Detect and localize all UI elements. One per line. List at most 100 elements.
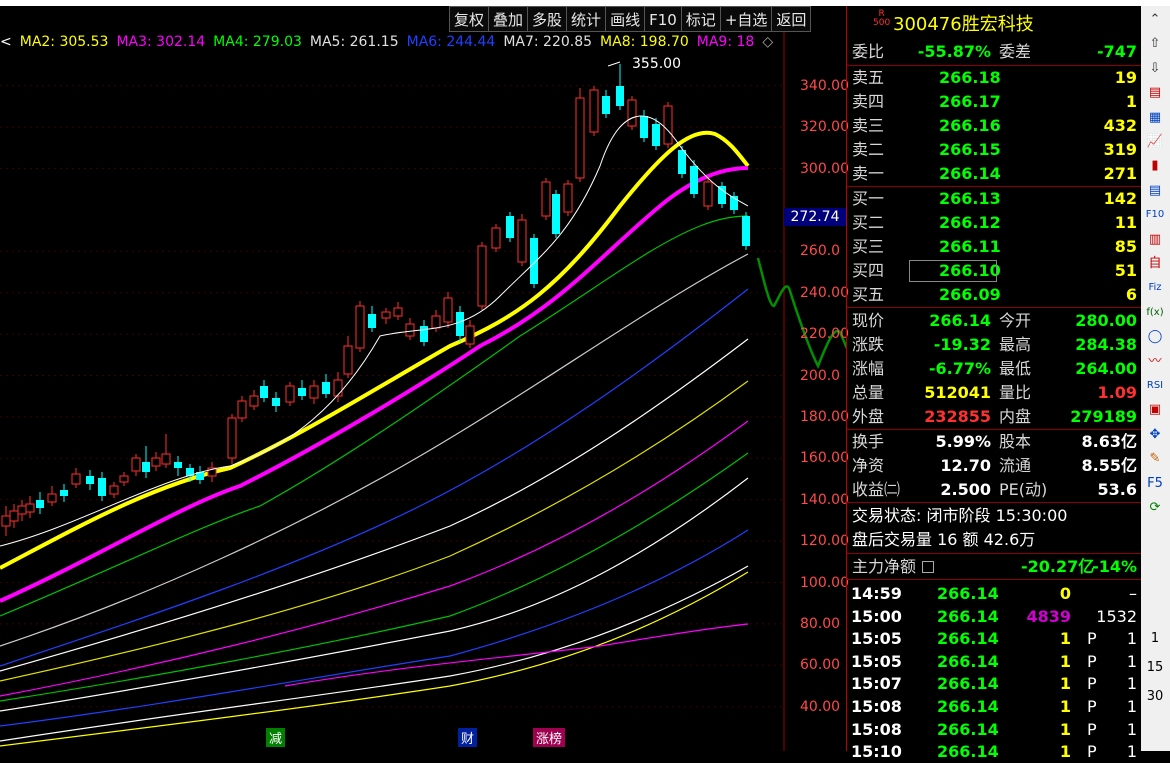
asks-row[interactable]: 卖一 266.14 271 bbox=[847, 162, 1141, 185]
candle-body-up bbox=[477, 245, 487, 307]
kline-chart[interactable]: 355.00 bbox=[0, 6, 846, 751]
asks-volume: 1 bbox=[1125, 92, 1137, 111]
candle-body-up bbox=[627, 99, 637, 127]
tick-count: 1532 bbox=[1096, 606, 1137, 626]
price-axis-label: 240.00 bbox=[800, 284, 849, 301]
tick-side: P bbox=[1087, 674, 1097, 694]
stat-label: 外盘 bbox=[852, 407, 885, 426]
tick-row[interactable]: 15:10 266.14 1 P 1 bbox=[847, 740, 1141, 763]
tick-row[interactable]: 15:05 266.14 1 P 1 bbox=[847, 627, 1141, 650]
asks-row[interactable]: 卖三 266.16 432 bbox=[847, 114, 1141, 137]
toolbar-button[interactable]: 统计 bbox=[566, 6, 607, 32]
ma-legend-item: MA5: 261.15 bbox=[309, 34, 399, 50]
stat-value: 512041 bbox=[924, 383, 991, 402]
r500-badge[interactable]: R 500 bbox=[873, 10, 890, 28]
event-flag[interactable]: 涨榜 bbox=[533, 728, 566, 747]
tick-price: 266.14 bbox=[937, 651, 999, 671]
candle-body-up bbox=[47, 493, 57, 503]
candle-body-up bbox=[109, 485, 119, 495]
bids-row[interactable]: 买三 266.11 85 bbox=[847, 235, 1141, 258]
column-icon[interactable]: ▥ bbox=[1144, 230, 1166, 250]
ma-legend-item: MA4: 279.03 bbox=[213, 34, 302, 50]
candle-body-down bbox=[530, 238, 538, 284]
toolbar-button[interactable]: F10 bbox=[644, 6, 682, 32]
tick-row[interactable]: 15:07 266.14 1 P 1 bbox=[847, 672, 1141, 695]
candle-body-down bbox=[174, 462, 182, 468]
scroll-up-icon[interactable]: ⌃ bbox=[1144, 10, 1166, 30]
event-flag[interactable]: 减 bbox=[266, 728, 286, 747]
tick-side: P bbox=[1087, 742, 1097, 762]
tick-count: 1 bbox=[1126, 651, 1137, 671]
circle-icon[interactable]: ◯ bbox=[1144, 327, 1166, 347]
ma-legend-item: MA7: 220.85 bbox=[503, 34, 593, 50]
pen-icon[interactable]: ✎ bbox=[1144, 449, 1166, 469]
kline-chart-panel[interactable]: 355.00 bbox=[0, 6, 846, 751]
asks-row[interactable]: 卖五 266.18 19 bbox=[847, 66, 1141, 89]
stat2-row: 净资 12.70 流通 8.55亿 bbox=[847, 454, 1141, 477]
ma-legend-item: MA6: 244.44 bbox=[406, 34, 496, 50]
candle-body-up bbox=[17, 505, 27, 515]
toolbar-button[interactable]: 多股 bbox=[527, 6, 568, 32]
arrow-up-icon[interactable]: ⇧ bbox=[1144, 34, 1166, 54]
stat2-row: 收益㈡ 2.500 PE(动) 53.6 bbox=[847, 478, 1141, 501]
tick-row[interactable]: 15:08 266.14 1 P 1 bbox=[847, 695, 1141, 718]
fiz-icon[interactable]: Fiz bbox=[1144, 278, 1166, 298]
candle-body-up bbox=[285, 385, 295, 403]
asks-row[interactable]: 卖四 266.17 1 bbox=[847, 90, 1141, 113]
main-flow-row[interactable]: 主力净额 -20.27亿 -14% bbox=[847, 555, 1141, 578]
rsi-icon[interactable]: RSI bbox=[1144, 376, 1166, 396]
stat-row: 涨跌 -19.32 最高 284.38 bbox=[847, 333, 1141, 356]
stat-label: 换手 bbox=[852, 432, 885, 451]
event-flag[interactable]: 财 bbox=[458, 728, 478, 747]
stat-value: -6.77% bbox=[928, 359, 991, 378]
table-icon[interactable]: ▦ bbox=[1144, 108, 1166, 128]
kline-icon[interactable]: ▮ bbox=[1144, 156, 1166, 176]
document-icon[interactable]: ▤ bbox=[1144, 181, 1166, 201]
ma-settings-icon[interactable]: ◇ bbox=[762, 34, 773, 50]
arrow-down-icon[interactable]: ⇩ bbox=[1144, 59, 1166, 79]
stock-list-icon[interactable]: ▤ bbox=[1144, 83, 1166, 103]
self-select-icon[interactable]: 自 bbox=[1144, 254, 1166, 274]
bids-volume: 11 bbox=[1114, 213, 1137, 232]
candle-body-up bbox=[161, 453, 171, 465]
nav-back-label[interactable]: < bbox=[0, 34, 12, 50]
chart-toolbar: 复权 叠加 多股 统计 画线 F10 标记 +自选 返回 bbox=[449, 6, 812, 32]
toolbar-button[interactable]: 返回 bbox=[771, 6, 812, 32]
line-chart-icon[interactable]: 📈 bbox=[1144, 132, 1166, 152]
tick-row[interactable]: 14:59 266.14 0 – bbox=[847, 582, 1141, 605]
bids-row[interactable]: 买四 266.10 51 bbox=[847, 259, 1141, 282]
asks-row[interactable]: 卖二 266.15 319 bbox=[847, 138, 1141, 161]
fx-icon[interactable]: f(x) bbox=[1144, 303, 1166, 323]
toolbar-button[interactable]: 标记 bbox=[680, 6, 721, 32]
candle-body-down bbox=[506, 216, 514, 238]
f10-icon[interactable]: F10 bbox=[1144, 205, 1166, 225]
tick-row[interactable]: 15:05 266.14 1 P 1 bbox=[847, 650, 1141, 673]
tick-count: 1 bbox=[1126, 719, 1137, 739]
price-axis-label: 40.00 bbox=[800, 698, 841, 715]
bids-row[interactable]: 买五 266.09 6 bbox=[847, 283, 1141, 306]
toolbar-button[interactable]: 复权 bbox=[449, 6, 490, 32]
tick-row[interactable]: 15:08 266.14 1 P 1 bbox=[847, 718, 1141, 741]
toolbar-button[interactable]: 叠加 bbox=[488, 6, 529, 32]
candle-body-up bbox=[393, 307, 403, 317]
list-icon[interactable] bbox=[922, 561, 934, 573]
candle-body-up bbox=[119, 475, 129, 483]
refresh-icon[interactable]: ⟳ bbox=[1144, 498, 1166, 518]
candle-body-down bbox=[368, 314, 376, 328]
ma-legend-item: MA2: 305.53 bbox=[19, 34, 109, 50]
asks-volume: 432 bbox=[1103, 116, 1137, 135]
price-axis-label: 220.00 bbox=[800, 326, 849, 343]
toolbar-button[interactable]: +自选 bbox=[719, 6, 773, 32]
weibi-row: 委比 -55.87% 委差 -747 bbox=[847, 40, 1141, 63]
toolbar-button[interactable]: 画线 bbox=[605, 6, 646, 32]
tick-count: – bbox=[1129, 584, 1137, 603]
window-icon[interactable]: ▣ bbox=[1144, 400, 1166, 420]
candle-body-up bbox=[25, 503, 35, 513]
bids-row[interactable]: 买二 266.12 11 bbox=[847, 211, 1141, 234]
bids-row[interactable]: 买一 266.13 142 bbox=[847, 187, 1141, 210]
move-icon[interactable]: ✥ bbox=[1144, 425, 1166, 445]
f5-icon[interactable]: F5 bbox=[1144, 474, 1166, 494]
trend-icon[interactable]: 〰 bbox=[1144, 352, 1166, 372]
stat-row: 现价 266.14 今开 280.00 bbox=[847, 309, 1141, 332]
tick-row[interactable]: 15:00 266.14 4839 1532 bbox=[847, 605, 1141, 628]
